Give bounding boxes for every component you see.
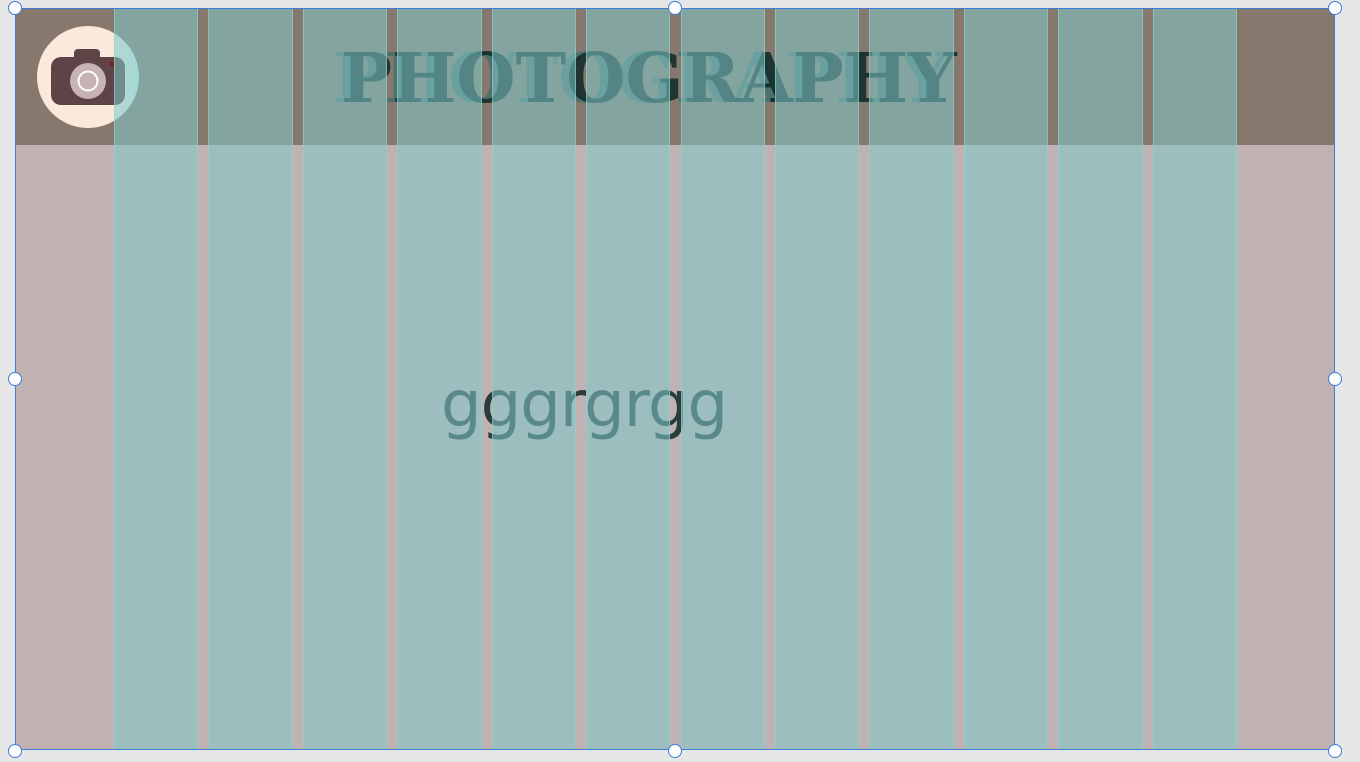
resize-handle-bottom-center[interactable] <box>668 744 682 758</box>
page-title-text: PHOTOGRAPHY <box>341 39 957 119</box>
resize-handle-middle-right[interactable] <box>1328 372 1342 386</box>
resize-handle-top-right[interactable] <box>1328 1 1342 15</box>
resize-handle-bottom-left[interactable] <box>8 744 22 758</box>
resize-handle-bottom-right[interactable] <box>1328 744 1342 758</box>
resize-handle-top-center[interactable] <box>668 1 682 15</box>
resize-handle-middle-left[interactable] <box>8 372 22 386</box>
artboard[interactable]: PHOTOGRAPHY PHOTOGRAPHY gggrgrgg <box>15 8 1335 750</box>
resize-handle-top-left[interactable] <box>8 1 22 15</box>
page-title[interactable]: PHOTOGRAPHY PHOTOGRAPHY <box>333 34 997 124</box>
camera-icon <box>51 49 125 105</box>
logo-badge[interactable] <box>37 26 139 128</box>
body-text[interactable]: gggrgrgg <box>441 368 728 442</box>
